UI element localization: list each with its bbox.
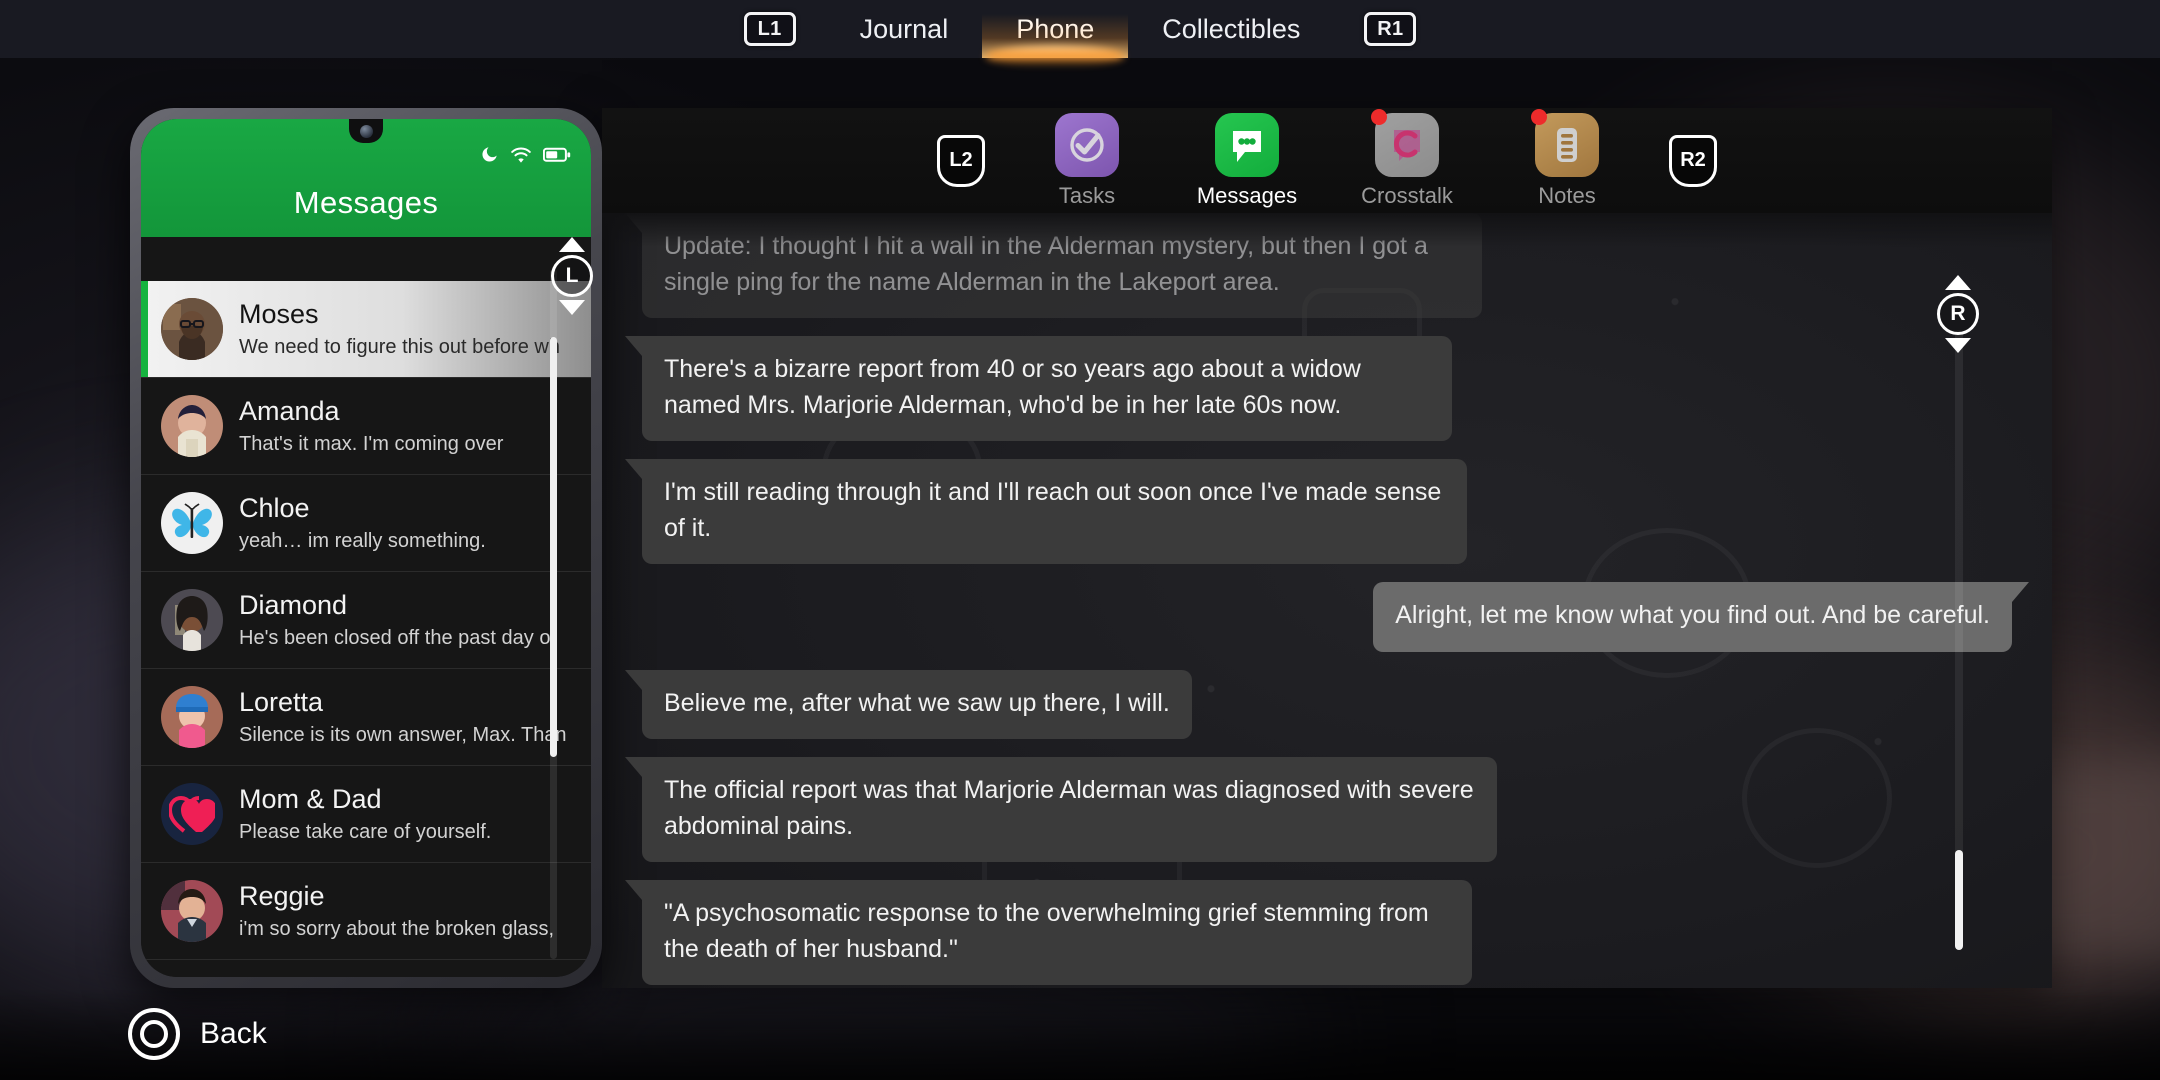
conversation-name: Chloe [239,493,310,524]
avatar-diamond [161,589,223,651]
app-tab-messages[interactable]: Messages [1167,112,1327,209]
conversation-item-diamond[interactable]: Diamond He's been closed off the past da… [141,572,591,669]
front-camera-icon [359,125,373,138]
bottom-action-bar: Back [0,988,2160,1080]
chat-message-list[interactable]: Update: I thought I hit a wall in the Al… [602,213,2052,988]
conversation-preview: Silence is its own answer, Max. Than [239,723,567,746]
notification-badge-dot [1371,108,1387,125]
conversation-preview: Please take care of yourself. [239,820,492,843]
top-navigation-bar: L1 Journal Phone Collectibles R1 [0,0,2160,58]
back-button[interactable]: Back [128,1008,267,1060]
chat-message-row: Alright, let me know what you find out. … [642,582,2029,652]
top-tab-collectibles[interactable]: Collectibles [1128,0,1334,58]
chat-message-row: The official report was that Marjorie Al… [625,757,2012,862]
chat-bubble-received: The official report was that Marjorie Al… [625,757,1497,862]
top-tab-phone[interactable]: Phone [982,0,1129,58]
tasks-check-icon [1055,112,1119,177]
avatar-heart-icon [161,783,223,845]
chat-bubble-received: Believe me, after what we saw up there, … [625,669,1192,739]
r2-bumper-icon[interactable]: R2 [1669,134,1717,187]
phone-status-icons [480,145,571,169]
phone-app-tab-bar: L2 Tasks Messages Crosstalk Notes R2 [602,108,2052,213]
conversation-preview: We need to figure this out before wh [239,335,560,358]
chat-bubble-received: There's a bizarre report from 40 or so y… [625,336,1452,441]
notes-lines-icon [1531,108,1599,177]
conversation-item-loretta[interactable]: Loretta Silence is its own answer, Max. … [141,669,591,766]
circle-button-icon [128,1008,180,1060]
left-stick-scroll-hint: L [549,237,595,315]
wifi-icon [510,146,532,169]
conversation-item-chloe[interactable]: Chloe yeah… im really something. [141,475,591,572]
scroll-down-arrow-icon [1945,338,1971,353]
top-tab-journal[interactable]: Journal [826,0,983,58]
chat-scrollbar-thumb[interactable] [1955,850,1963,950]
conversation-name: Diamond [239,590,348,621]
conversation-item-amanda[interactable]: Amanda That's it max. I'm coming over [141,378,591,475]
app-tab-label: Crosstalk [1361,182,1453,208]
chat-bubble-received: Update: I thought I hit a wall in the Al… [625,213,1482,318]
l2-bumper-icon[interactable]: L2 [937,134,985,187]
conversation-name: Loretta [239,687,324,718]
phone-app-header: Messages [141,119,591,237]
notification-badge-dot [1531,108,1547,125]
avatar-amanda [161,395,223,457]
avatar-reggie [161,880,223,942]
conversation-item-reggie[interactable]: Reggie i'm so sorry about the broken gla… [141,863,591,960]
app-tab-notes[interactable]: Notes [1487,108,1647,209]
avatar-loretta [161,686,223,748]
conversation-preview: That's it max. I'm coming over [239,432,504,455]
right-stick-scroll-hint: R [1935,275,1981,353]
app-tab-label: Messages [1196,182,1298,208]
chat-message-row: Believe me, after what we saw up there, … [625,669,2012,739]
l1-bumper-icon[interactable]: L1 [743,12,796,46]
right-stick-icon[interactable]: R [1937,293,1979,335]
chat-message-row: I'm still reading through it and I'll re… [625,459,2012,564]
scroll-up-arrow-icon [559,237,585,252]
chat-message-row: Update: I thought I hit a wall in the Al… [625,213,2012,318]
back-button-label: Back [200,1017,267,1050]
scroll-up-arrow-icon [1945,275,1971,290]
chat-bubble-received: I'm still reading through it and I'll re… [625,459,1467,564]
conversation-item-mom-and-dad[interactable]: Mom & Dad Please take care of yourself. [141,766,591,863]
left-stick-icon[interactable]: L [551,255,593,297]
conversation-preview: He's been closed off the past day or [239,626,558,649]
avatar-chloe-butterfly-icon [161,492,223,554]
app-tab-tasks[interactable]: Tasks [1007,112,1167,209]
scroll-down-arrow-icon [559,300,585,315]
conversation-name: Reggie [239,881,325,912]
conversation-preview: yeah… im really something. [239,529,486,552]
app-tab-crosstalk[interactable]: Crosstalk [1327,108,1487,209]
phone-device: Messages Moses We need to figure this ou… [130,108,602,988]
chat-message-row: "A psychosomatic response to the overwhe… [625,880,2012,985]
crosstalk-c-icon [1371,108,1439,177]
chat-scrollbar[interactable] [1955,330,1963,950]
chat-message-row: There's a bizarre report from 40 or so y… [625,336,2012,441]
messages-bubble-icon [1215,112,1279,177]
phone-list-scrollbar-thumb[interactable] [550,337,557,757]
phone-list-scrollbar[interactable] [550,269,557,959]
conversation-preview: i'm so sorry about the broken glass, [239,917,555,940]
chat-bubble-sent: Alright, let me know what you find out. … [1373,582,2029,652]
avatar-moses [161,298,223,360]
game-phone-screen: L1 Journal Phone Collectibles R1 Message… [0,0,2160,1080]
phone-screen: Messages Moses We need to figure this ou… [141,119,591,977]
phone-app-title: Messages [293,185,439,220]
phone-notch [349,119,383,143]
moon-icon [480,145,499,169]
conversation-item-moses[interactable]: Moses We need to figure this out before … [141,281,591,378]
r1-bumper-icon[interactable]: R1 [1364,12,1417,46]
conversation-name: Amanda [239,396,340,427]
battery-icon [542,147,571,168]
app-tab-label: Notes [1538,182,1596,208]
conversation-name: Mom & Dad [239,784,382,815]
app-tab-label: Tasks [1058,182,1116,208]
conversation-list[interactable]: Moses We need to figure this out before … [141,237,591,977]
conversation-name: Moses [239,299,319,330]
chat-bubble-received: "A psychosomatic response to the overwhe… [625,880,1472,985]
top-nav-group: L1 Journal Phone Collectibles R1 [714,0,1447,58]
